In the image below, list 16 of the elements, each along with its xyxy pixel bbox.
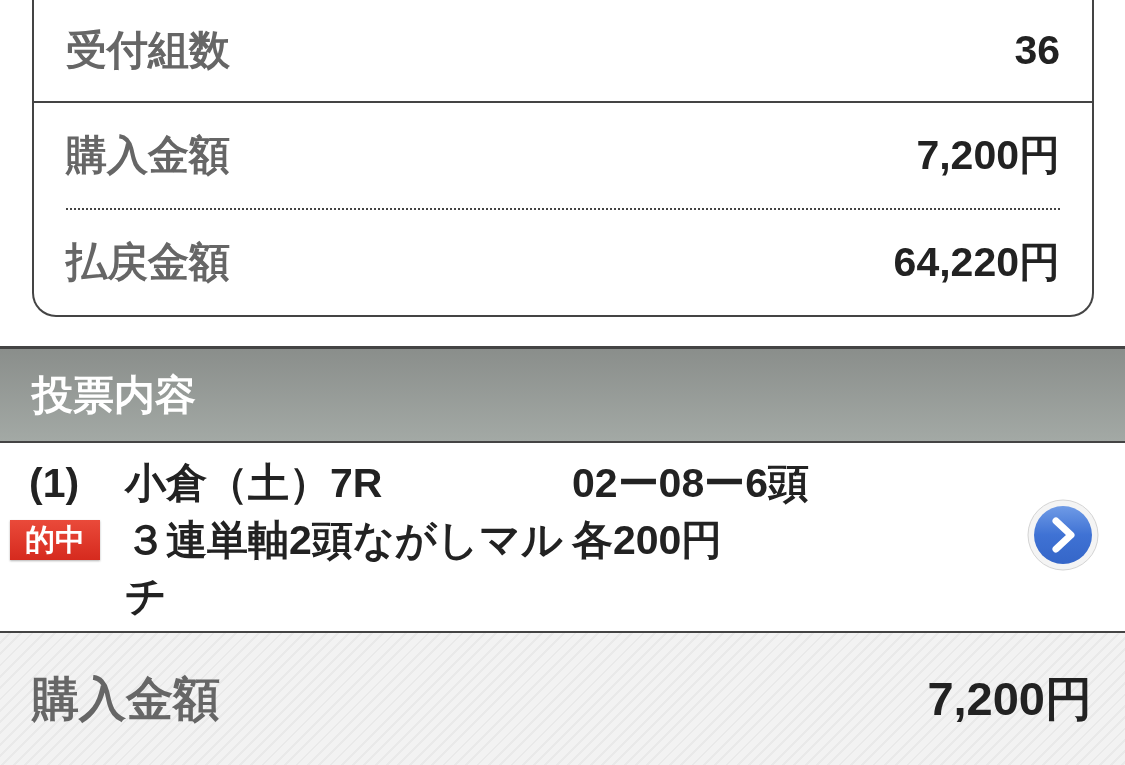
bet-combination: 02ー08ー6頭 bbox=[572, 459, 809, 508]
bet-number: (1) bbox=[29, 459, 80, 508]
summary-value: 64,220円 bbox=[893, 238, 1060, 287]
summary-label: 受付組数 bbox=[66, 26, 230, 75]
summary-value: 7,200円 bbox=[916, 131, 1060, 180]
summary-value: 36 bbox=[1014, 27, 1060, 74]
section-title: 投票内容 bbox=[32, 370, 196, 420]
total-label: 購入金額 bbox=[32, 670, 220, 727]
race-label: 小倉（土）7R bbox=[125, 459, 383, 508]
summary-label: 購入金額 bbox=[66, 131, 230, 180]
chevron-right-icon[interactable] bbox=[1027, 498, 1099, 571]
bet-amount: 各200円 bbox=[572, 516, 723, 565]
hit-badge: 的中 bbox=[10, 520, 100, 560]
summary-label: 払戻金額 bbox=[66, 238, 230, 287]
bet-type: ３連単軸2頭ながしマルチ bbox=[125, 516, 564, 621]
total-value: 7,200円 bbox=[927, 670, 1092, 727]
